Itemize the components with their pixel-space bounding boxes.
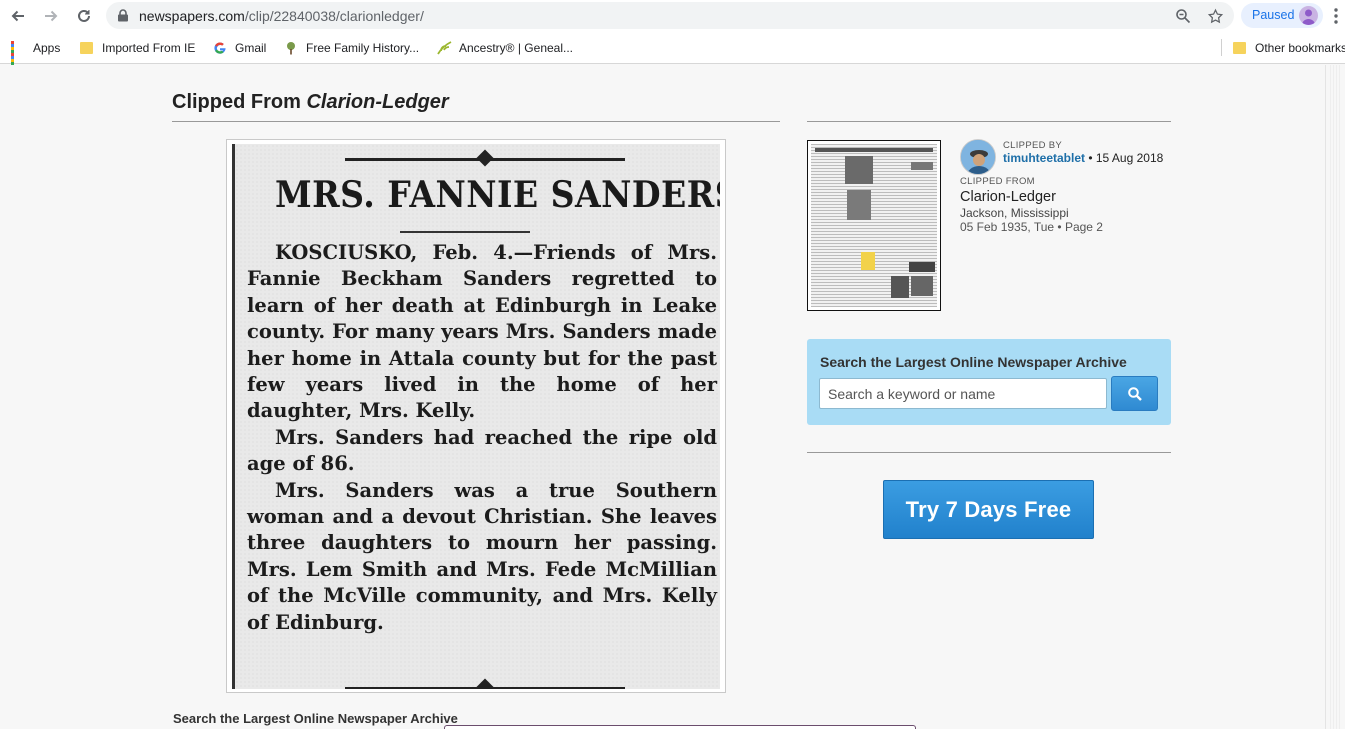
bottom-ornament-diamond	[476, 678, 494, 689]
bookmark-apps[interactable]: Apps	[11, 39, 60, 68]
zoom-icon[interactable]	[1174, 7, 1192, 25]
archive-search-panel: Search the Largest Online Newspaper Arch…	[807, 339, 1171, 425]
clipping-paragraph: Mrs. Sanders had reached the ripe old ag…	[247, 425, 717, 476]
browser-toolbar: newspapers.com/clip/22840038/clarionledg…	[0, 0, 1345, 31]
search-button[interactable]	[1111, 376, 1158, 411]
search-icon	[1127, 386, 1142, 401]
url-text: newspapers.com/clip/22840038/clarionledg…	[139, 8, 424, 24]
bottom-search-heading: Search the Largest Online Newspaper Arch…	[173, 711, 458, 726]
clipping-body: KOSCIUSKO, Feb. 4.—Friends of Mrs. Fanni…	[247, 240, 717, 636]
tree-icon	[284, 41, 298, 55]
menu-kebab-icon[interactable]	[1333, 7, 1339, 25]
bookmark-ancestry[interactable]: Ancestry® | Geneal...	[437, 39, 573, 56]
clipped-by-label: CLIPPED BY	[1003, 140, 1062, 151]
bookmark-divider	[1221, 39, 1222, 56]
paper-date-page: 05 Feb 1935, Tue • Page 2	[960, 220, 1103, 234]
sidebar-divider	[807, 121, 1171, 122]
lock-icon	[118, 9, 128, 22]
clipping-headline: MRS. FANNIE SANDERS	[275, 174, 720, 216]
bookmarks-bar: Apps Imported From IE Gmail Free Family …	[0, 31, 1345, 68]
clipped-by-line: timuhteetablet • 15 Aug 2018	[1003, 151, 1164, 165]
newspaper-page-thumbnail[interactable]	[807, 140, 941, 311]
forward-arrow-icon[interactable]	[40, 5, 62, 27]
bottom-search-input[interactable]	[444, 725, 916, 729]
cta-divider	[807, 452, 1171, 453]
folder-icon	[80, 41, 94, 55]
username-link[interactable]: timuhteetablet	[1003, 151, 1085, 165]
paper-location: Jackson, Mississippi	[960, 206, 1069, 220]
star-icon[interactable]	[1206, 7, 1224, 25]
user-avatar[interactable]	[960, 139, 996, 175]
search-heading: Search the Largest Online Newspaper Arch…	[820, 354, 1127, 370]
folder-icon	[1233, 41, 1247, 55]
top-ornament-diamond	[476, 149, 494, 167]
bookmark-free-family-history[interactable]: Free Family History...	[284, 39, 419, 56]
apps-grid-icon	[11, 40, 25, 68]
bookmark-imported-from-ie[interactable]: Imported From IE	[80, 39, 195, 56]
bookmark-other-bookmarks[interactable]: Other bookmarks	[1233, 39, 1345, 56]
page-title: Clipped From Clarion-Ledger	[172, 91, 449, 113]
reload-icon[interactable]	[73, 5, 95, 27]
clipping-image[interactable]: MRS. FANNIE SANDERS KOSCIUSKO, Feb. 4.—F…	[232, 144, 720, 689]
address-bar[interactable]: newspapers.com/clip/22840038/clarionledg…	[106, 2, 1234, 29]
search-input[interactable]	[819, 378, 1107, 409]
leaf-icon	[437, 40, 452, 55]
back-arrow-icon[interactable]	[7, 5, 29, 27]
profile-paused-chip[interactable]: Paused	[1241, 3, 1323, 28]
clipping-paragraph: Mrs. Sanders was a true Southern woman a…	[247, 478, 717, 634]
headline-rule	[400, 231, 530, 233]
profile-avatar	[1299, 6, 1318, 25]
google-icon	[213, 41, 227, 55]
bookmark-gmail[interactable]: Gmail	[213, 39, 266, 56]
title-divider	[172, 121, 780, 122]
scrollbar[interactable]	[1325, 65, 1345, 729]
free-trial-button[interactable]: Try 7 Days Free	[883, 480, 1094, 539]
clipping-frame: MRS. FANNIE SANDERS KOSCIUSKO, Feb. 4.—F…	[226, 139, 726, 693]
paper-name-link[interactable]: Clarion-Ledger	[960, 189, 1056, 205]
clipping-paragraph: KOSCIUSKO, Feb. 4.—Friends of Mrs. Fanni…	[247, 241, 717, 423]
clipped-from-label: CLIPPED FROM	[960, 176, 1035, 187]
